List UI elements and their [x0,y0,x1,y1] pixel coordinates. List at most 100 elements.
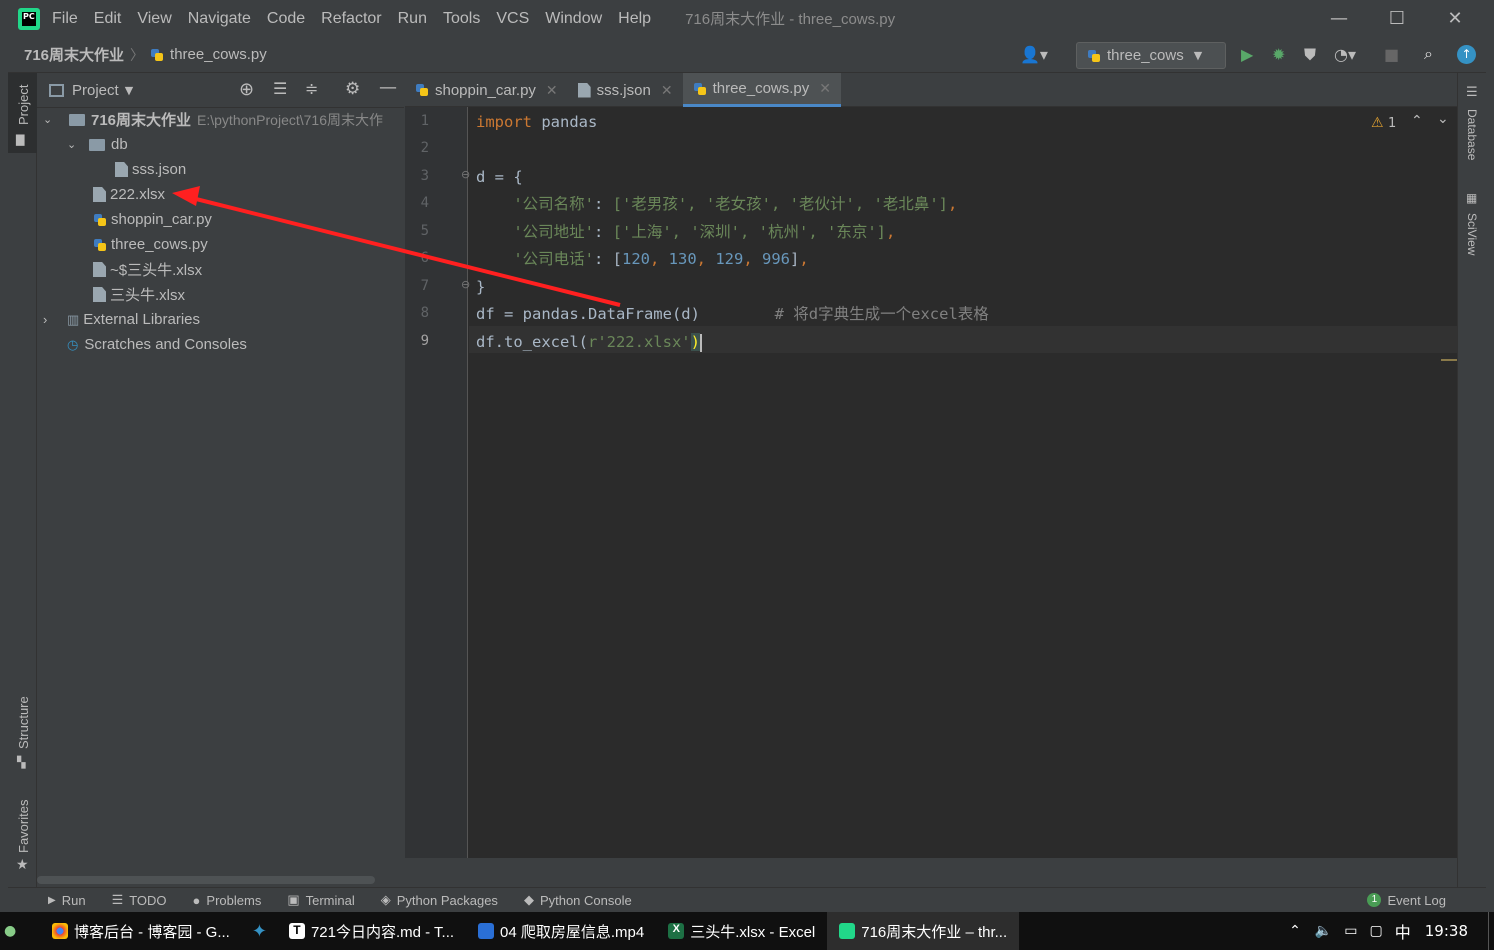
sciview-tool-label[interactable]: SciView [1465,213,1479,255]
code-line-5[interactable]: '公司地址': ['上海', '深圳', '杭州', '东京'], [476,219,895,246]
menu-view[interactable]: View [137,10,171,28]
fold-icon[interactable]: ⊖ [461,168,470,181]
ime-indicator[interactable]: 中 [1395,919,1411,943]
tree-file-sss-json[interactable]: sss.json [115,157,186,182]
tree-file-shoppin-car[interactable]: shoppin_car.py [93,207,212,232]
collapse-all-icon[interactable]: ≑ [305,79,318,98]
chevron-up-icon[interactable]: ⌃ [1411,113,1423,129]
error-stripe-marker[interactable] [1441,359,1457,361]
code-line-1[interactable]: import pandas [476,109,597,136]
menu-navigate[interactable]: Navigate [188,10,251,28]
menu-tools[interactable]: Tools [443,10,480,28]
tree-file-three-cows[interactable]: three_cows.py [93,232,208,257]
menu-file[interactable]: File [52,10,78,28]
chevron-down-icon[interactable]: ⌄ [1437,111,1449,127]
code-line-6[interactable]: '公司电话': [120, 130, 129, 996], [476,246,808,273]
menu-refactor[interactable]: Refactor [321,10,381,28]
structure-tool-label[interactable]: Structure [16,696,31,749]
stop-icon[interactable]: ■ [1384,45,1399,64]
project-view-selector[interactable]: Project [72,82,119,99]
menu-code[interactable]: Code [267,10,305,28]
close-icon[interactable]: ✕ [546,82,558,99]
user-icon[interactable]: 👤▾ [1020,45,1048,64]
code-line-3[interactable]: d = { [476,164,523,191]
code-text: d = { [476,168,523,186]
run-tool-button[interactable]: ▶ Run [48,893,86,908]
maximize-icon[interactable]: ☐ [1382,8,1412,29]
tab-three-cows[interactable]: three_cows.py ✕ [682,73,842,107]
wechat-icon[interactable]: ● [0,923,40,939]
task-pycharm[interactable]: 716周末大作业 – thr... [827,912,1020,950]
close-icon[interactable]: ✕ [661,82,673,99]
breadcrumb-file[interactable]: three_cows.py [170,46,267,63]
battery-icon[interactable]: ▭ [1344,923,1357,939]
line-number: 9 [420,333,429,349]
tree-scratches[interactable]: ◷ Scratches and Consoles [67,332,247,357]
show-desktop-button[interactable] [1488,912,1494,950]
run-config-selector[interactable]: three_cows ▼ [1076,42,1226,69]
json-file-icon [115,162,128,177]
chevron-down-icon[interactable]: ▼ [125,84,133,97]
event-log-button[interactable]: 1 Event Log [1367,893,1446,908]
tree-file-temp-xlsx[interactable]: ~$三头牛.xlsx [93,257,202,282]
close-icon[interactable]: ✕ [819,80,831,97]
windows-taskbar: ● 博客后台 - 博客园 - G... ✦ T 721今日内容.md - T...… [0,912,1494,950]
tab-sss-json[interactable]: sss.json ✕ [568,73,683,107]
horizontal-scrollbar[interactable] [37,876,375,884]
tree-external-libraries[interactable]: › ▥ External Libraries [43,307,200,332]
code-line-7[interactable]: } [476,274,485,301]
minimize-icon[interactable]: — [1324,8,1354,29]
network-icon[interactable]: ▢ [1370,923,1383,939]
debug-icon[interactable]: ✹ [1272,45,1285,64]
app-icon[interactable]: ✦ [242,921,277,942]
close-window-icon[interactable]: ✕ [1440,8,1470,29]
coverage-icon[interactable]: ⛊ [1304,45,1316,65]
favorites-tool-label[interactable]: Favorites [16,800,31,853]
tree-root[interactable]: ⌄ 716周末大作业 E:\pythonProject\716周末大作 [43,107,383,132]
project-panel-header: Project ▼ ⊕ ☰ ≑ ⚙ — [37,73,404,108]
menu-help[interactable]: Help [618,10,651,28]
menu-run[interactable]: Run [398,10,427,28]
database-tool-label[interactable]: Database [1465,109,1479,160]
todo-tool-button[interactable]: ☰ TODO [112,892,167,908]
menu-window[interactable]: Window [545,10,602,28]
code-line-4[interactable]: '公司名称': ['老男孩', '老女孩', '老伙计', '老北鼻'], [476,191,957,218]
task-typora[interactable]: T 721今日内容.md - T... [277,912,466,950]
expand-all-icon[interactable]: ☰ [273,79,287,98]
tab-label: three_cows.py [712,80,810,97]
python-packages-tool-button[interactable]: ◈ Python Packages [381,892,498,908]
profile-icon[interactable]: ◔▾ [1334,45,1356,64]
run-icon[interactable]: ▶ [1241,45,1253,64]
search-icon[interactable]: ⌕ [1424,44,1433,64]
tree-folder-db[interactable]: ⌄ db [67,132,128,157]
fold-icon[interactable]: ⊖ [461,278,470,291]
tree-file-222-xlsx[interactable]: 222.xlsx [93,182,165,207]
tab-shoppin-car[interactable]: shoppin_car.py ✕ [405,73,568,107]
tree-file-santouniu-xlsx[interactable]: 三头牛.xlsx [93,282,185,307]
warning-icon[interactable]: ⚠ [1371,115,1384,131]
breadcrumb-project[interactable]: 716周末大作业 [24,44,124,65]
task-video[interactable]: 04 爬取房屋信息.mp4 [466,912,656,950]
line-number: 8 [420,305,429,321]
typora-icon: T [288,923,305,939]
task-browser[interactable]: 博客后台 - 博客园 - G... [40,912,242,950]
python-console-tool-button[interactable]: ◆ Python Console [524,892,632,908]
code-line-9[interactable]: df.to_excel(r'222.xlsx') [476,329,702,356]
code-line-8[interactable]: df = pandas.DataFrame(d) # 将d字典生成一个excel… [476,301,989,328]
update-icon[interactable]: ↑ [1457,45,1476,64]
terminal-tool-button[interactable]: ▣ Terminal [287,892,354,908]
project-tool-label[interactable]: Project [16,85,31,125]
python-file-icon [93,213,107,227]
locate-icon[interactable]: ⊕ [239,79,254,100]
breadcrumb-separator-icon: 〉 [130,47,145,64]
todo-icon: ☰ [111,892,124,907]
clock[interactable]: 19:38 [1425,922,1468,940]
task-excel[interactable]: X 三头牛.xlsx - Excel [656,912,827,950]
menu-edit[interactable]: Edit [94,10,122,28]
gear-icon[interactable]: ⚙ [345,79,360,99]
menu-vcs[interactable]: VCS [496,10,529,28]
volume-icon[interactable]: 🔈 [1315,923,1332,939]
tray-chevron-up-icon[interactable]: ⌃ [1289,923,1301,939]
hide-panel-icon[interactable]: — [379,77,397,98]
problems-tool-button[interactable]: ● Problems [193,893,262,908]
